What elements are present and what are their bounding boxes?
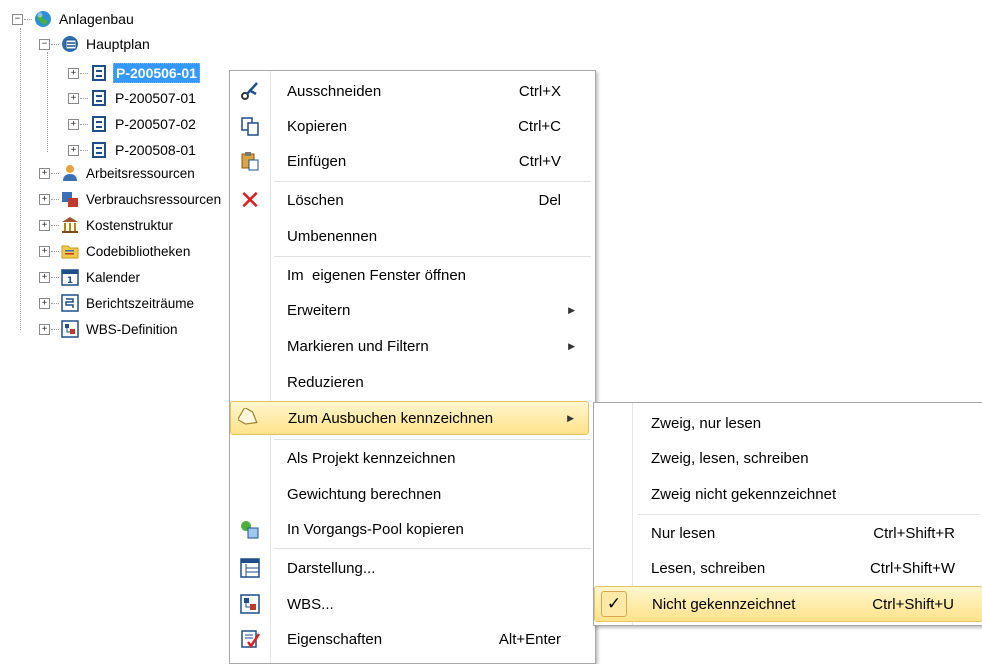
tree-label: P-200507-02 (115, 116, 196, 132)
expand-icon[interactable]: + (39, 167, 50, 179)
tree-label: WBS-Definition (86, 321, 178, 337)
checkout-submenu: Zweig, nur lesen Zweig, lesen, schreiben… (593, 402, 982, 626)
expand-icon[interactable]: + (39, 271, 50, 283)
tree-label: Verbrauchsressourcen (86, 191, 222, 207)
menu-item-properties[interactable]: Eigenschaften Alt+Enter (232, 623, 593, 655)
tree-connector (47, 52, 48, 152)
tree-label: P-200508-01 (115, 142, 196, 158)
expand-icon[interactable]: + (39, 323, 50, 335)
paste-icon (236, 147, 264, 175)
expand-icon[interactable]: + (39, 219, 50, 231)
expand-icon[interactable]: + (68, 118, 79, 130)
submenu-item-branch-read-write[interactable]: Zweig, lesen, schreiben (596, 442, 981, 474)
tree-node-project[interactable]: + P-200506-01 (68, 62, 200, 84)
tree-label: Arbeitsressourcen (86, 165, 195, 181)
scissors-icon (236, 77, 264, 105)
menu-item-cut[interactable]: Ausschneiden Ctrl+X (232, 75, 593, 107)
submenu-item-not-marked[interactable]: ✓ Nicht gekennzeichnet Ctrl+Shift+U (594, 586, 982, 622)
expand-icon[interactable]: + (39, 297, 50, 309)
tree-node-code-libraries[interactable]: + Codebibliotheken (39, 240, 192, 262)
tree-label: Anlagenbau (59, 11, 134, 27)
bank-icon (61, 216, 79, 234)
project-icon (90, 141, 108, 159)
tree-label: Kostenstruktur (86, 217, 174, 233)
context-menu: Ausschneiden Ctrl+X Kopieren Ctrl+C Einf… (229, 70, 596, 664)
tree-node-root[interactable]: − Anlagenbau (12, 8, 136, 30)
svg-text:1: 1 (67, 276, 73, 286)
project-icon (90, 64, 108, 82)
menu-item-display[interactable]: Darstellung... (232, 552, 593, 584)
submenu-item-branch-not-marked[interactable]: Zweig nicht gekennzeichnet (596, 478, 981, 510)
tree-label: Berichtszeiträume (86, 295, 195, 311)
menu-item-expand[interactable]: Erweitern ▶ (232, 294, 593, 326)
submenu-item-read-only[interactable]: Nur lesen Ctrl+Shift+R (596, 517, 981, 549)
tree-node-calendar[interactable]: + 1 Kalender (39, 266, 142, 288)
menu-item-copy[interactable]: Kopieren Ctrl+C (232, 110, 593, 142)
menu-item-delete[interactable]: ✕ Löschen Del (232, 184, 593, 216)
plan-globe-icon (61, 35, 79, 53)
submenu-arrow-icon: ▶ (568, 304, 575, 315)
expand-icon[interactable]: + (39, 245, 50, 257)
tree-node-material-resources[interactable]: + Verbrauchsressourcen (39, 188, 223, 210)
tree-node-report-periods[interactable]: + Berichtszeiträume (39, 292, 196, 314)
expand-icon[interactable]: + (68, 67, 79, 79)
submenu-item-branch-read[interactable]: Zweig, nur lesen (596, 407, 981, 439)
tree-label-selected: P-200506-01 (113, 63, 200, 83)
tree-node-cost-structure[interactable]: + Kostenstruktur (39, 214, 175, 236)
tree-node-project[interactable]: + P-200507-01 (68, 87, 198, 109)
delete-x-icon: ✕ (239, 184, 261, 215)
tree-node-project[interactable]: + P-200508-01 (68, 139, 198, 161)
project-icon (90, 115, 108, 133)
expand-icon[interactable]: + (68, 144, 79, 156)
menu-item-reduce[interactable]: Reduzieren (232, 366, 593, 398)
calendar-icon: 1 (61, 268, 79, 286)
menu-item-mark-filter[interactable]: Markieren und Filtern ▶ (232, 330, 593, 362)
project-icon (90, 89, 108, 107)
tree-node-hauptplan[interactable]: − Hauptplan (39, 33, 152, 55)
folder-icon (61, 242, 79, 260)
menu-item-pool-copy[interactable]: In Vorgangs-Pool kopieren (232, 513, 593, 545)
wbs-icon (236, 590, 264, 618)
copy-icon (236, 112, 264, 140)
tree-connector (20, 28, 21, 330)
project-tree: − Anlagenbau − Hauptplan + P-200506-01 +… (0, 0, 240, 652)
tag-icon (235, 404, 263, 432)
submenu-arrow-icon: ▶ (568, 340, 575, 351)
menu-item-wbs[interactable]: WBS... (232, 588, 593, 620)
tree-node-project[interactable]: + P-200507-02 (68, 113, 198, 135)
pool-copy-icon (236, 515, 264, 543)
properties-icon (236, 625, 264, 653)
menu-item-open-window[interactable]: Im eigenen Fenster öffnen (232, 259, 593, 291)
display-icon (236, 554, 264, 582)
materials-icon (61, 190, 79, 208)
tree-label: Codebibliotheken (86, 243, 191, 259)
menu-item-weighting[interactable]: Gewichtung berechnen (232, 478, 593, 510)
submenu-item-read-write[interactable]: Lesen, schreiben Ctrl+Shift+W (596, 552, 981, 584)
tree-label: P-200507-01 (115, 90, 196, 106)
checkmark-icon: ✓ (601, 591, 627, 617)
menu-item-checkout[interactable]: Zum Ausbuchen kennzeichnen ▶ (230, 401, 589, 435)
report-periods-icon (61, 294, 79, 312)
expand-icon[interactable]: + (39, 193, 50, 205)
menu-item-paste[interactable]: Einfügen Ctrl+V (232, 145, 593, 177)
expand-icon[interactable]: + (68, 92, 79, 104)
tree-node-wbs-definition[interactable]: + WBS-Definition (39, 318, 180, 340)
collapse-icon[interactable]: − (12, 13, 23, 25)
globe-icon (34, 10, 52, 28)
tree-label: Kalender (86, 269, 141, 285)
tree-node-work-resources[interactable]: + Arbeitsressourcen (39, 162, 197, 184)
menu-item-rename[interactable]: Umbenennen (232, 220, 593, 252)
tree-label: Hauptplan (86, 36, 150, 52)
person-icon (61, 164, 79, 182)
wbs-icon (61, 320, 79, 338)
menu-item-mark-project[interactable]: Als Projekt kennzeichnen (232, 442, 593, 474)
submenu-arrow-icon: ▶ (567, 412, 574, 423)
collapse-icon[interactable]: − (39, 38, 50, 50)
